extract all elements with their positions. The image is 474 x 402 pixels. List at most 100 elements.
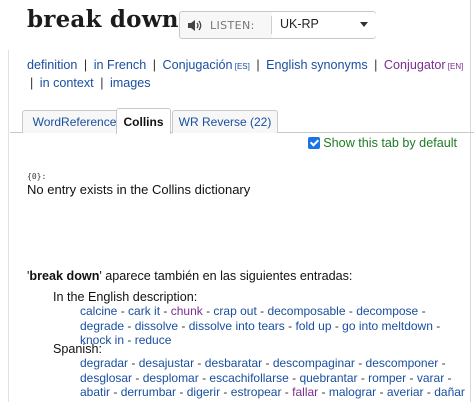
- nav-link[interactable]: Conjugación: [162, 58, 232, 72]
- separator: |: [30, 76, 34, 90]
- entry-link[interactable]: descompaginar: [273, 356, 355, 370]
- related-links: definition | in French | Conjugación [ES…: [27, 57, 467, 91]
- entry-link[interactable]: varar: [417, 371, 444, 385]
- separator: -: [376, 385, 387, 399]
- nav-link-lang-tag: [ES]: [232, 62, 250, 71]
- entry-link[interactable]: cark it: [128, 304, 160, 318]
- separator: -: [262, 356, 273, 370]
- separator: -: [354, 356, 366, 370]
- spanish-title: Spanish:: [53, 342, 103, 356]
- spanish-links: degradar - desajustar - desbaratar - des…: [80, 356, 472, 402]
- separator: -: [132, 370, 143, 385]
- accent-select[interactable]: UK-RP: [272, 12, 376, 38]
- search-term: break down: [29, 269, 100, 283]
- entry-link[interactable]: go into meltdown: [342, 319, 433, 333]
- entry-link[interactable]: escachifollarse: [209, 371, 288, 385]
- separator: -: [110, 385, 121, 399]
- separator: |: [256, 58, 260, 72]
- entry-link[interactable]: degradar: [80, 356, 128, 370]
- listen-control[interactable]: LISTEN: UK-RP: [179, 11, 376, 39]
- separator: |: [83, 58, 88, 72]
- entry-link[interactable]: fallar: [292, 385, 318, 399]
- show-tab-default[interactable]: Show this tab by default: [308, 136, 457, 150]
- separator: -: [357, 370, 369, 385]
- page-title: break down: [27, 6, 179, 33]
- separator: |: [374, 58, 378, 72]
- entry-link[interactable]: degrade: [80, 319, 124, 333]
- separator: -: [345, 304, 357, 318]
- english-description-title: In the English description:: [53, 290, 198, 304]
- entry-link[interactable]: descomponer: [366, 356, 439, 370]
- entry-link[interactable]: desbaratar: [205, 356, 262, 370]
- entry-link[interactable]: desajustar: [139, 356, 194, 370]
- separator: -: [117, 304, 129, 318]
- separator: -: [198, 370, 210, 385]
- nav-link[interactable]: definition: [27, 58, 77, 72]
- entry-code: {0}:: [27, 172, 47, 181]
- listen-label: LISTEN:: [210, 19, 255, 32]
- nav-link[interactable]: in context: [40, 76, 94, 90]
- separator: |: [152, 58, 156, 72]
- separator: -: [284, 318, 296, 333]
- nav-link-lang-tag: [EN]: [445, 62, 464, 71]
- separator: -: [406, 370, 417, 385]
- separator: -: [318, 385, 329, 399]
- entry-link[interactable]: reduce: [135, 333, 172, 347]
- entry-link[interactable]: dissolve: [135, 319, 178, 333]
- separator: -: [438, 356, 446, 370]
- also-appears-heading: 'break down' aparece también en las sigu…: [27, 269, 352, 283]
- speaker-icon[interactable]: [186, 18, 204, 33]
- entry-link[interactable]: desplomar: [143, 371, 199, 385]
- dictionary-tabs: WordReference WR Reverse (22) Collins: [10, 108, 474, 134]
- separator: -: [160, 304, 171, 318]
- separator: -: [432, 318, 441, 333]
- chevron-down-icon: [360, 22, 368, 27]
- separator: -: [331, 318, 343, 333]
- entry-link[interactable]: decomposable: [267, 304, 345, 318]
- entry-link[interactable]: dañar: [434, 385, 465, 399]
- entry-link[interactable]: calcine: [80, 304, 117, 318]
- separator: -: [124, 333, 135, 347]
- entry-link[interactable]: fold up: [295, 319, 331, 333]
- separator: -: [418, 304, 426, 318]
- show-tab-checkbox[interactable]: [308, 137, 321, 149]
- separator: -: [281, 385, 293, 399]
- english-description-links: calcine - cark it - chunk - crap out - d…: [80, 304, 472, 348]
- entry-link[interactable]: romper: [368, 371, 406, 385]
- separator: -: [256, 304, 268, 318]
- nav-link[interactable]: English synonyms: [266, 58, 368, 72]
- separator: -: [176, 385, 187, 399]
- entry-link[interactable]: decompose: [356, 304, 418, 318]
- separator: -: [444, 370, 452, 385]
- entry-link[interactable]: abatir: [80, 385, 110, 399]
- separator: -: [220, 385, 231, 399]
- separator: -: [423, 385, 435, 399]
- also-appears-text: ' aparece también en las siguientes entr…: [99, 269, 353, 283]
- entry-link[interactable]: dissolve into tears: [189, 319, 285, 333]
- entry-link[interactable]: quebrantar: [299, 371, 357, 385]
- separator: -: [128, 356, 139, 370]
- left-divider: [8, 50, 9, 402]
- separator: -: [124, 318, 135, 333]
- show-tab-label: Show this tab by default: [323, 136, 457, 150]
- entry-link[interactable]: digerir: [187, 385, 220, 399]
- entry-link[interactable]: desglosar: [80, 371, 132, 385]
- separator: -: [194, 356, 205, 370]
- entry-link[interactable]: estropear: [231, 385, 282, 399]
- nav-link[interactable]: in French: [94, 58, 147, 72]
- entry-link[interactable]: derrumbar: [121, 385, 176, 399]
- tab-wr-reverse[interactable]: WR Reverse (22): [172, 110, 278, 133]
- entry-link[interactable]: chunk: [171, 304, 203, 318]
- header: break down LISTEN: UK-RP: [27, 6, 474, 42]
- nav-link[interactable]: images: [110, 76, 151, 90]
- separator: -: [202, 304, 214, 318]
- nav-link[interactable]: Conjugator: [384, 58, 446, 72]
- tab-collins[interactable]: Collins: [116, 108, 171, 134]
- entry-link[interactable]: crap out: [213, 304, 256, 318]
- tab-wordreference[interactable]: WordReference: [22, 110, 127, 133]
- separator: -: [178, 318, 189, 333]
- entry-link[interactable]: malograr: [329, 385, 376, 399]
- separator: -: [288, 370, 300, 385]
- entry-link[interactable]: averiar: [387, 385, 424, 399]
- accent-selected-value: UK-RP: [280, 17, 319, 31]
